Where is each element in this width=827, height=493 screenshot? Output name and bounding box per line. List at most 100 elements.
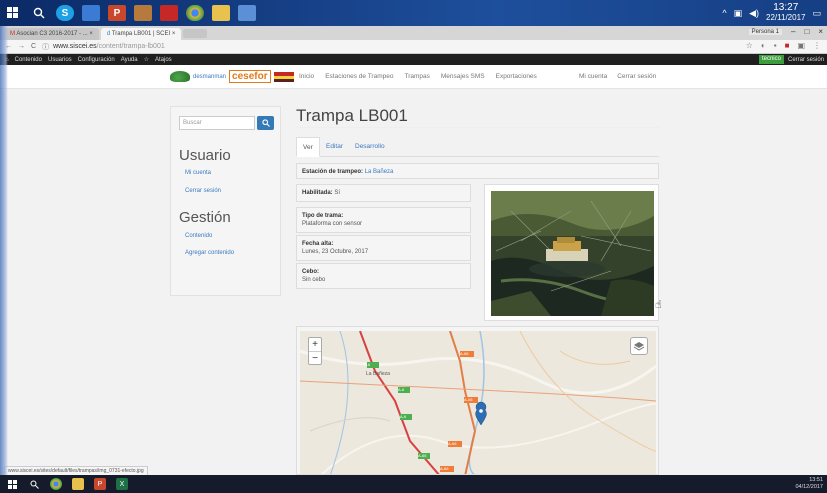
acrobat-icon[interactable] (160, 5, 178, 21)
nav-inicio[interactable]: Inicio (299, 73, 314, 80)
search-input[interactable]: Buscar (179, 116, 255, 130)
station-link[interactable]: La Bañeza (365, 169, 394, 175)
search-icon[interactable] (30, 5, 48, 21)
road-label: A-66 (464, 397, 473, 402)
sidebar-link-cerrar-sesion[interactable]: Cerrar sesión (185, 188, 221, 194)
menu-icon[interactable]: ⋮ (813, 41, 821, 50)
system-clock[interactable]: 13:27 22/11/2017 (766, 3, 805, 23)
new-tab-button[interactable] (183, 29, 208, 38)
map-container: A-6 A-66 A-6 A-66 A-6 A-66 A-66 A-66 La … (296, 326, 659, 475)
search-icon[interactable] (28, 478, 40, 490)
admin-menu-item[interactable]: Ayuda (121, 57, 138, 63)
skype-icon[interactable]: S (56, 5, 74, 21)
shortcuts-icon[interactable]: ☆ (144, 56, 149, 63)
os-taskbar-bottom: P X 13:51 04/12/2017 (0, 475, 827, 493)
extension-icon[interactable]: ■ (785, 41, 790, 50)
admin-menu-item[interactable]: Configuración (78, 57, 115, 63)
minimize-icon[interactable]: – (791, 27, 795, 36)
zoom-in-button[interactable]: + (309, 338, 321, 352)
tab-desarrollo[interactable]: Desarrollo (349, 137, 391, 157)
admin-logout-link[interactable]: Cerrar sesión (788, 57, 824, 63)
desman-logo (170, 71, 190, 82)
nav-mensajes[interactable]: Mensajes SMS (441, 73, 485, 80)
field-fecha-alta: Fecha alta: Lunes, 23 Octubre, 2017 (296, 235, 471, 261)
close-icon[interactable]: × (818, 27, 823, 36)
powerpoint-icon[interactable]: P (94, 478, 106, 490)
browser-tab-active[interactable]: d Trampa LB001 | SCEI × (100, 28, 182, 40)
app-icon[interactable] (134, 5, 152, 21)
notifications-icon[interactable]: ▭ (812, 8, 821, 19)
chrome-icon[interactable] (50, 478, 62, 490)
taskbar-clock[interactable]: 13:51 04/12/2017 (795, 477, 823, 491)
field-cebo: Cebo: Sin cebo (296, 263, 471, 289)
road-label: A-6 (400, 414, 407, 419)
chrome-icon[interactable] (186, 5, 204, 21)
extension-icon[interactable]: ◐ (761, 41, 766, 50)
remote-desktop-icon[interactable] (238, 5, 256, 21)
field-tipo-trampa: Tipo de trama: Plataforma con sensor (296, 207, 471, 233)
cesefor-logo: cesefor (229, 70, 271, 83)
windows-start-icon[interactable] (6, 478, 18, 490)
layers-icon (633, 342, 645, 351)
app-icon[interactable] (82, 5, 100, 21)
zoom-control: + − (308, 337, 322, 365)
file-explorer-icon[interactable] (212, 5, 230, 21)
excel-icon[interactable]: X (116, 478, 128, 490)
browser-window: M Asocian C3 2016-2017 - ... × d Trampa … (0, 26, 827, 476)
tab-editar[interactable]: Editar (320, 137, 349, 157)
town-label: La Bañeza (366, 371, 390, 377)
sidebar: Buscar Usuario Mi cuenta Cerrar sesión G… (170, 106, 281, 296)
road-label: A-66 (418, 453, 427, 458)
profile-button[interactable]: Persona 1 (748, 28, 783, 35)
road-label: A-6 (398, 387, 405, 392)
admin-menu-item[interactable]: Contenido (15, 57, 42, 63)
extension-icon[interactable]: ▪ (774, 41, 777, 50)
info-icon[interactable]: ⓘ (42, 42, 49, 52)
divider (296, 127, 659, 128)
volume-icon[interactable]: ◀) (749, 8, 759, 19)
powerpoint-icon[interactable]: P (108, 5, 126, 21)
reload-icon[interactable]: C (31, 43, 36, 50)
map[interactable]: A-6 A-66 A-6 A-66 A-6 A-66 A-66 A-66 La … (300, 331, 656, 474)
section-heading-usuario: Usuario (179, 147, 231, 164)
layers-button[interactable] (630, 337, 648, 355)
file-explorer-icon[interactable] (72, 478, 84, 490)
admin-menu-item[interactable]: Usuarios (48, 57, 72, 63)
extension-icon[interactable]: ▣ (797, 41, 805, 50)
zoom-out-button[interactable]: − (309, 352, 321, 366)
field-estacion: Estación de trampeo: La Bañeza (296, 163, 659, 179)
maximize-icon[interactable]: □ (804, 27, 809, 36)
forward-icon[interactable]: → (18, 43, 25, 50)
sidebar-link-contenido[interactable]: Contenido (185, 233, 212, 239)
browser-tab[interactable]: M Asocian C3 2016-2017 - ... × (4, 28, 99, 40)
network-icon[interactable]: ▣ (734, 8, 743, 19)
junta-logo (273, 71, 294, 82)
address-bar: ← → C ⓘ www.siscei.es/content/trampa-lb0… (0, 40, 827, 54)
chevron-up-icon[interactable]: ^ (722, 8, 726, 18)
nav-mi-cuenta[interactable]: Mi cuenta (579, 73, 607, 80)
tab-ver[interactable]: Ver (296, 137, 320, 157)
nav-exportaciones[interactable]: Exportaciones (496, 73, 537, 80)
nav-estaciones[interactable]: Estaciones de Trampeo (325, 73, 393, 80)
trap-photo[interactable] (491, 191, 654, 316)
sidebar-link-agregar-contenido[interactable]: Agregar contenido (185, 250, 234, 256)
nav-trampas[interactable]: Trampas (404, 73, 429, 80)
windows-start-icon[interactable] (4, 5, 22, 21)
content-tabs: Ver Editar Desarrollo (296, 137, 659, 157)
system-tray: ^ ▣ ◀) 13:27 22/11/2017 ▭ (722, 0, 821, 26)
tab-strip: M Asocian C3 2016-2017 - ... × d Trampa … (0, 26, 827, 40)
logo-group[interactable]: desmanman cesefor (170, 70, 294, 83)
user-role-badge[interactable]: tecnico (758, 55, 784, 64)
site-header: desmanman cesefor Inicio Estaciones de T… (0, 65, 827, 89)
bookmark-star-icon[interactable]: ☆ (746, 41, 753, 50)
url-field[interactable]: www.siscei.es/content/trampa-lb001 (53, 43, 165, 50)
admin-menu-item[interactable]: Atajos (155, 57, 172, 63)
map-tiles (300, 331, 656, 474)
user-navigation: Mi cuenta Cerrar sesión (579, 73, 656, 80)
sidebar-link-mi-cuenta[interactable]: Mi cuenta (185, 170, 211, 176)
window-shadow (0, 26, 8, 475)
main-navigation: Inicio Estaciones de Trampeo Trampas Men… (299, 73, 537, 80)
trap-image-frame (484, 184, 659, 321)
search-button[interactable] (257, 116, 274, 130)
nav-cerrar-sesion[interactable]: Cerrar sesión (617, 73, 656, 80)
